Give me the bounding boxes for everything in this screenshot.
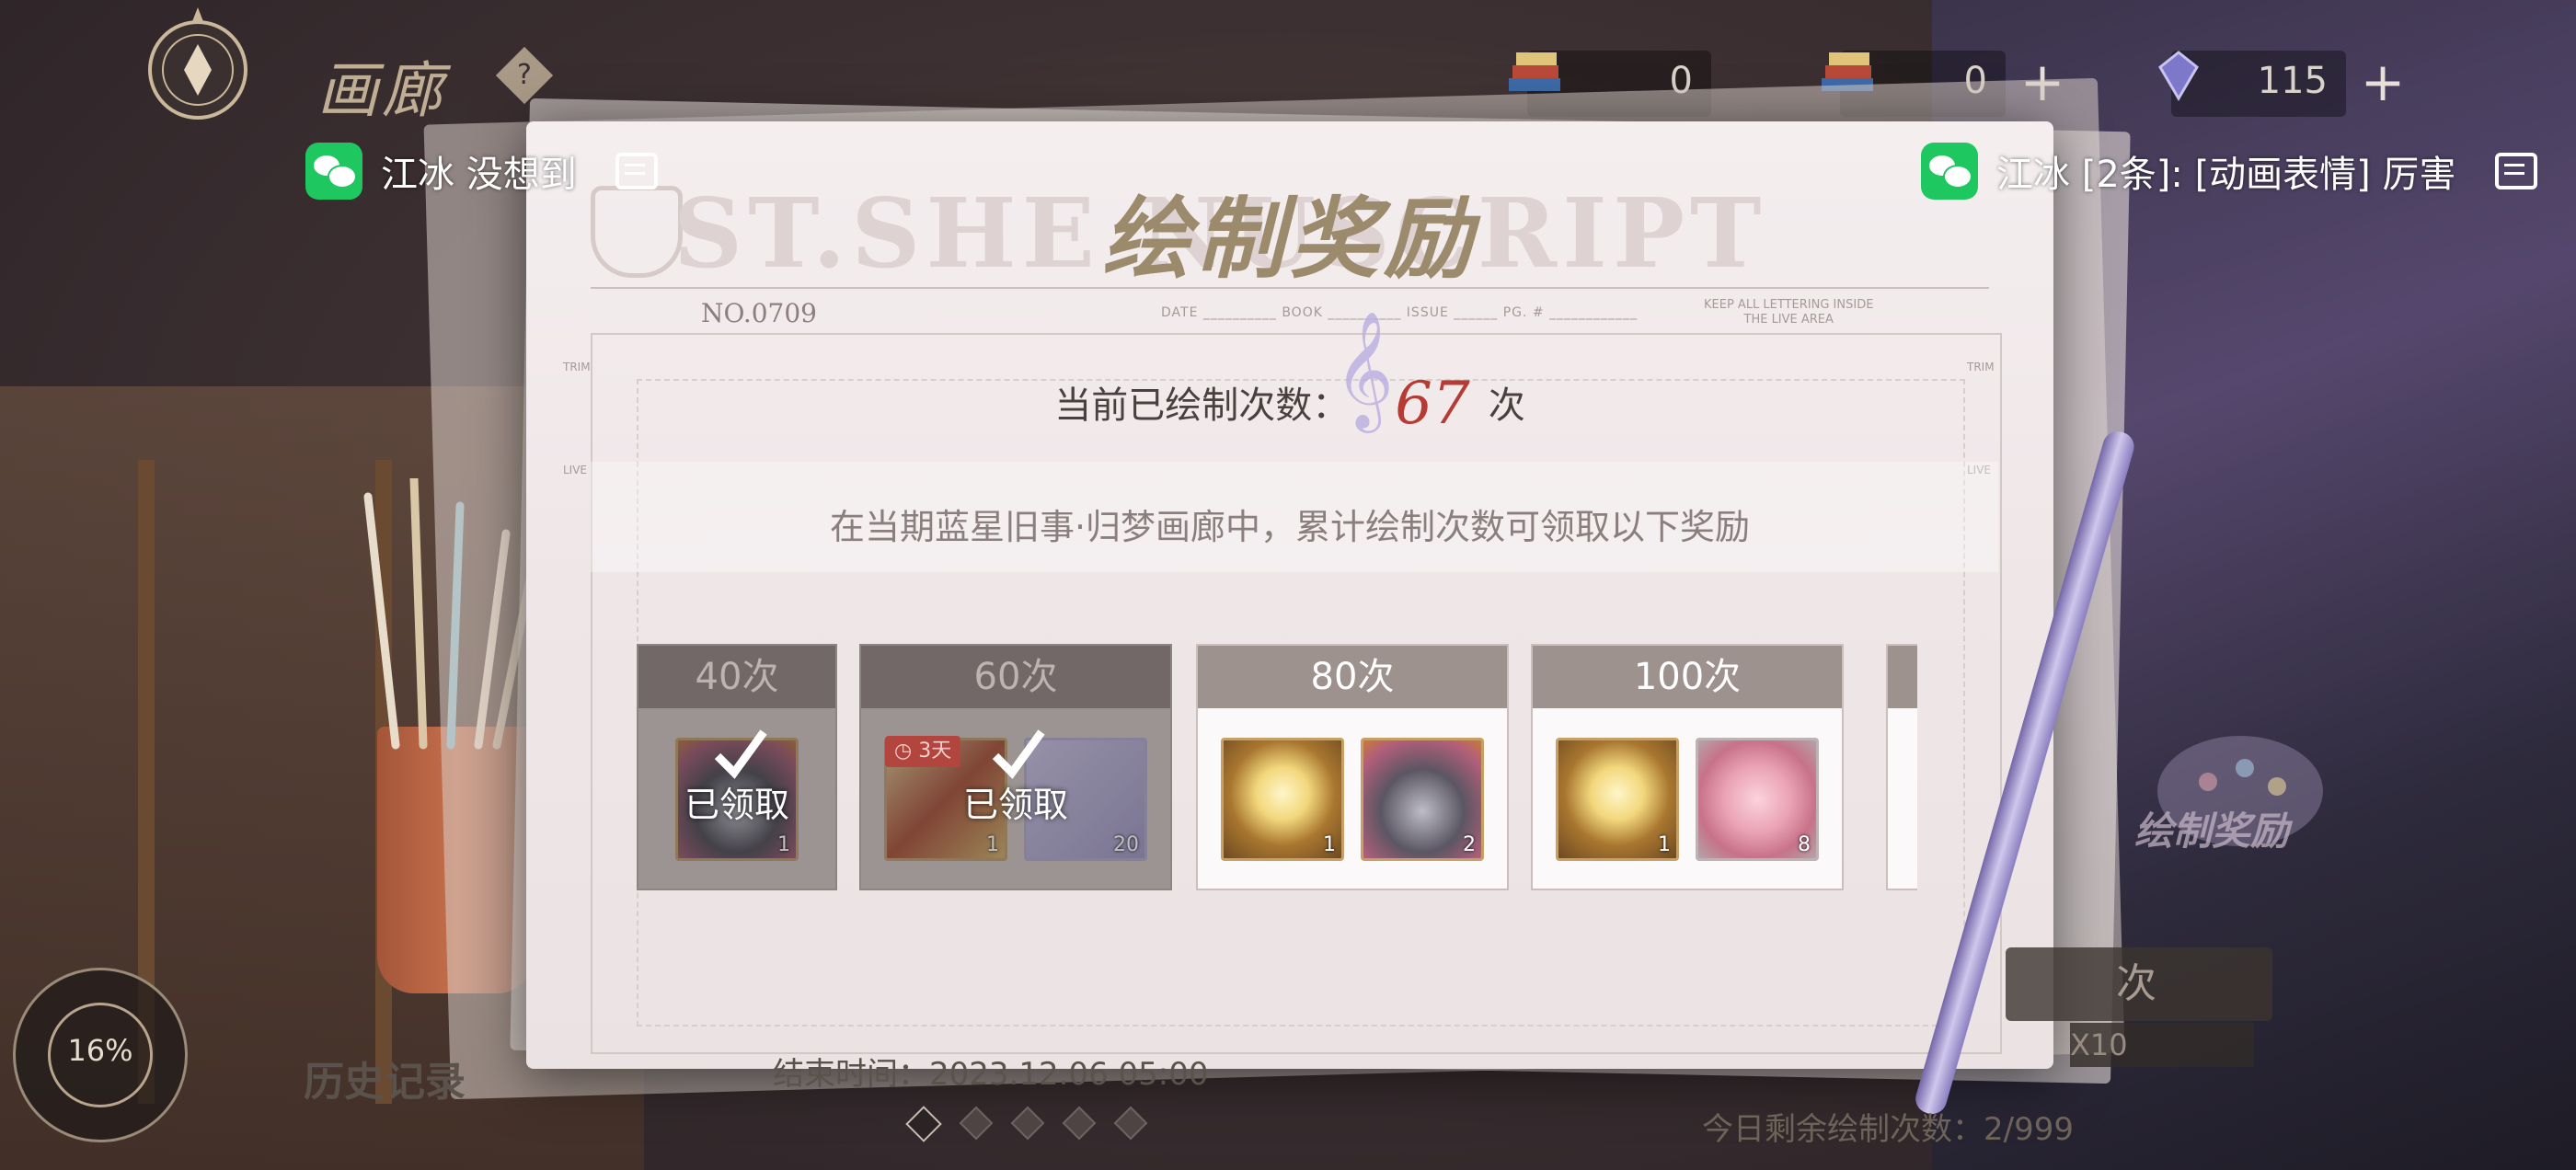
reward-card-40[interactable]: 40次 1 已领取: [637, 644, 837, 890]
reward-threshold: 100次: [1533, 646, 1842, 708]
draw-count-unit: 次: [1488, 384, 1525, 427]
end-time-text: 结束时间：2023.12.06 05:00: [773, 1056, 1209, 1093]
draw-button: 次: [2006, 947, 2272, 1021]
wechat-icon: [305, 143, 362, 200]
draw-reward-shortcut-label: 绘制奖励: [2134, 809, 2290, 854]
check-icon: [714, 729, 767, 779]
wechat-icon: [1921, 143, 1978, 200]
page-dot: [1113, 1106, 1148, 1141]
page-dot: [959, 1106, 994, 1141]
draw-reward-panel: ST.SHE NUSCRIPT 绘制奖励 NO.0709 DATE ______…: [526, 121, 2053, 1069]
panel-title: 绘制奖励: [1102, 187, 1478, 291]
avatar-frame-reward[interactable]: 2: [1361, 738, 1484, 861]
draw-x10-label: X10: [2070, 1023, 2254, 1067]
reward-card-60[interactable]: 60次 ◷ 3天 1 20 已领取: [859, 644, 1172, 890]
reward-threshold: 40次: [638, 646, 835, 708]
reward-threshold: 60次: [861, 646, 1170, 708]
reward-list[interactable]: 40次 1 已领取 60次 ◷ 3天 1 20 已领取 80次 1 2 100次…: [637, 644, 1917, 1012]
reward-description: 在当期蓝星旧事·归梦画廊中，累计绘制次数可领取以下奖励: [829, 507, 1751, 547]
currency-value: 115: [2257, 60, 2328, 102]
divider: [591, 287, 1989, 289]
history-label: 历史记录: [304, 1059, 466, 1106]
reward-card-next-partial[interactable]: [1886, 644, 1917, 890]
chat-bubble-icon[interactable]: [615, 153, 658, 189]
draw-count-value: 67: [1395, 370, 1470, 438]
page-indicator: [905, 1106, 1148, 1142]
claimed-label: 已领取: [962, 785, 1068, 825]
crystal-icon: [2158, 51, 2199, 101]
easel-illustration: [138, 460, 392, 1104]
keep-note: KEEP ALL LETTERING INSIDE THE LIVE AREA: [1704, 298, 1874, 327]
daily-remaining-text: 今日剩余绘制次数：2/999: [1702, 1111, 2074, 1148]
check-icon: [992, 729, 1045, 779]
help-icon[interactable]: ?: [495, 46, 554, 105]
gold-gift-box-reward[interactable]: 1: [1221, 738, 1344, 861]
reward-card-80[interactable]: 80次 1 2: [1196, 644, 1509, 890]
gold-gift-box-reward[interactable]: 1: [1556, 738, 1679, 861]
reward-card-100[interactable]: 100次 1 8: [1531, 644, 1844, 890]
page-dot: [1062, 1106, 1097, 1141]
progress-dial[interactable]: 16%: [13, 968, 188, 1142]
gallery-title: 画廊: [317, 55, 446, 126]
pink-gift-box-reward[interactable]: 8: [1696, 738, 1819, 861]
wechat-notification[interactable]: 江冰 [2条]: [动画表情] 厉害: [1921, 140, 2537, 202]
notification-text: 江冰 [2条]: [动画表情] 厉害: [1996, 154, 2456, 196]
form-number: NO.0709: [701, 298, 817, 328]
notification-text: 江冰 没想到: [381, 154, 577, 196]
add-crystal-button[interactable]: +: [2355, 55, 2410, 111]
gallery-emblem-icon[interactable]: [129, 7, 267, 127]
chat-bubble-icon[interactable]: [2494, 153, 2537, 189]
wechat-notification[interactable]: 江冰 没想到: [305, 140, 658, 202]
live-label: LIVE: [563, 464, 588, 476]
draw-count-label: 当前已绘制次数：: [1054, 384, 1350, 427]
page-dot: [1010, 1106, 1045, 1141]
progress-value: 16%: [67, 1033, 133, 1068]
draw-count-row: 当前已绘制次数： 67 次: [526, 370, 2053, 438]
timer-badge: ◷ 3天: [885, 736, 961, 767]
claimed-label: 已领取: [684, 785, 789, 825]
currency-slot-3: 115 +: [2158, 51, 2405, 117]
reward-threshold: 80次: [1198, 646, 1507, 708]
page-dot-active: [905, 1106, 942, 1142]
